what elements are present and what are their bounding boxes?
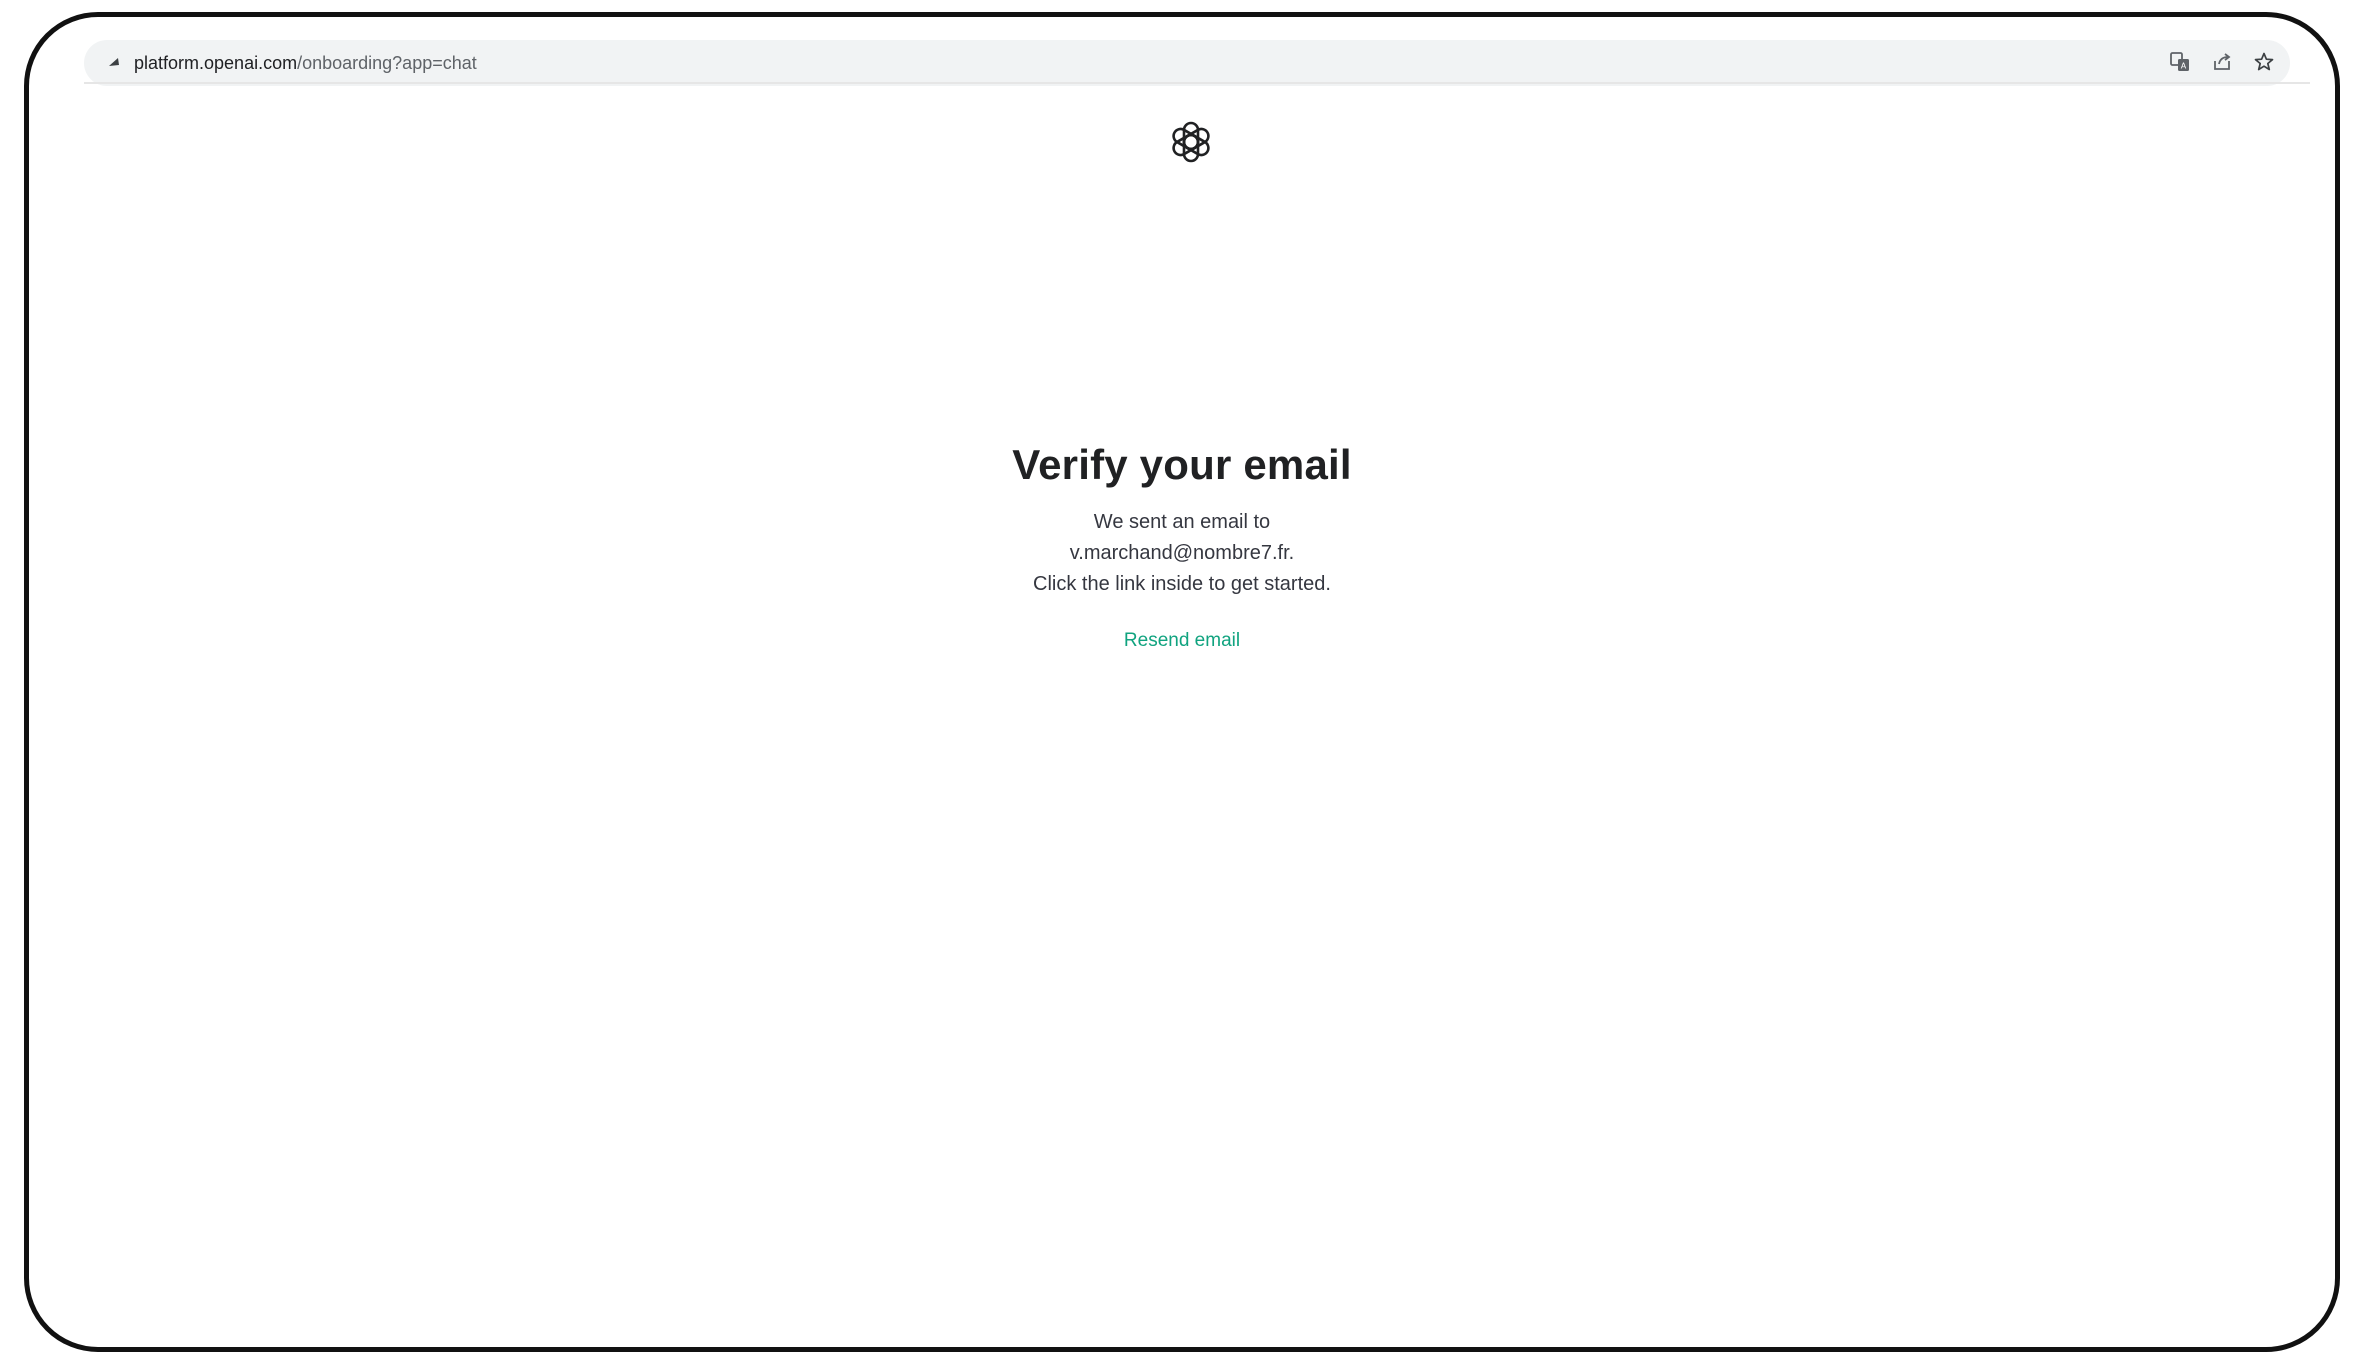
page-title: Verify your email — [1012, 441, 1352, 488]
toolbar-divider — [84, 82, 2310, 84]
share-icon[interactable] — [2208, 47, 2236, 77]
verify-email-panel: Verify your email We sent an email to v.… — [29, 437, 2335, 652]
screen-frame: platform.openai.com/onboarding?app=chat … — [24, 12, 2340, 1352]
email-address: v.marchand@nombre7.fr. — [1069, 542, 1295, 564]
svg-text:A: A — [2181, 62, 2187, 71]
url-host: platform.openai.com — [134, 53, 298, 73]
bookmark-star-icon[interactable] — [2250, 47, 2278, 77]
openai-logo-icon — [1169, 120, 1213, 164]
url-text[interactable]: platform.openai.com/onboarding?app=chat — [134, 50, 477, 76]
address-bar-actions: A — [2166, 47, 2278, 77]
translate-icon[interactable]: A — [2166, 47, 2194, 77]
verify-description: We sent an email to v.marchand@nombre7.f… — [29, 507, 2335, 600]
resend-email-button[interactable]: Resend email — [1124, 630, 1240, 652]
desc-line-1: We sent an email to — [1093, 511, 1271, 533]
address-bar[interactable]: platform.openai.com/onboarding?app=chat … — [84, 40, 2290, 86]
desc-line-3: Click the link inside to get started. — [1033, 573, 1331, 595]
lock-icon[interactable] — [106, 54, 122, 70]
url-path: /onboarding?app=chat — [297, 53, 477, 73]
